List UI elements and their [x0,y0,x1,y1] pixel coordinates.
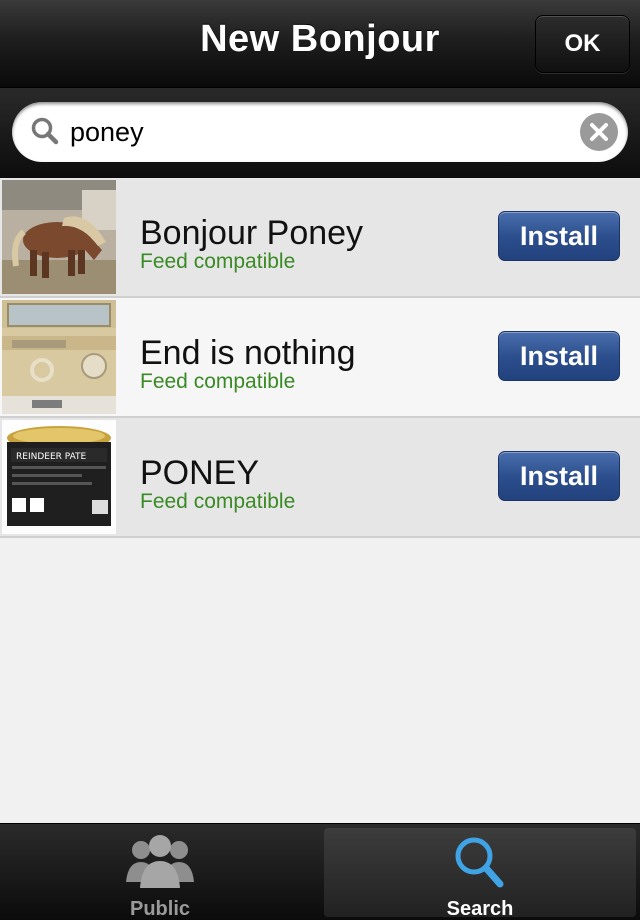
install-button[interactable]: Install [498,451,620,501]
item-title: Bonjour Poney [140,214,364,252]
tab-search[interactable]: Search [324,828,636,920]
tab-public-label: Public [129,898,190,920]
item-subtitle: Feed compatible [140,370,296,393]
install-button[interactable]: Install [498,211,620,261]
nav-bar: New Bonjour OK [0,0,640,88]
list-item[interactable]: Bonjour Poney Feed compatible Install [0,178,640,298]
tab-public[interactable]: Public [4,828,316,920]
search-icon [31,117,59,145]
pony-thumbnail [2,180,116,294]
tab-bar: Public Search [0,823,640,920]
search-input[interactable] [70,112,570,152]
reindeer-pate-thumbnail: REINDEER PATE [2,420,116,534]
search-bar [0,88,640,178]
people-icon [126,835,194,888]
list-item[interactable]: REINDEER PATE PONEY Feed compatible Inst… [0,418,640,538]
item-subtitle: Feed compatible [140,250,296,273]
tab-search-label: Search [446,898,514,920]
list-item[interactable]: End is nothing Feed compatible Install [0,298,640,418]
reindeer-pate-label: REINDEER PATE [16,452,87,462]
ok-button[interactable]: OK [535,15,630,73]
item-title: End is nothing [140,334,356,372]
close-icon [590,123,608,141]
clear-search-button[interactable] [580,113,618,151]
vw-van-thumbnail [2,300,116,414]
install-button[interactable]: Install [498,331,620,381]
item-title: PONEY [140,454,260,492]
magnifier-icon [455,837,504,888]
item-subtitle: Feed compatible [140,490,296,513]
results-list: Bonjour Poney Feed compatible Install En… [0,178,640,538]
search-field[interactable] [12,102,628,162]
